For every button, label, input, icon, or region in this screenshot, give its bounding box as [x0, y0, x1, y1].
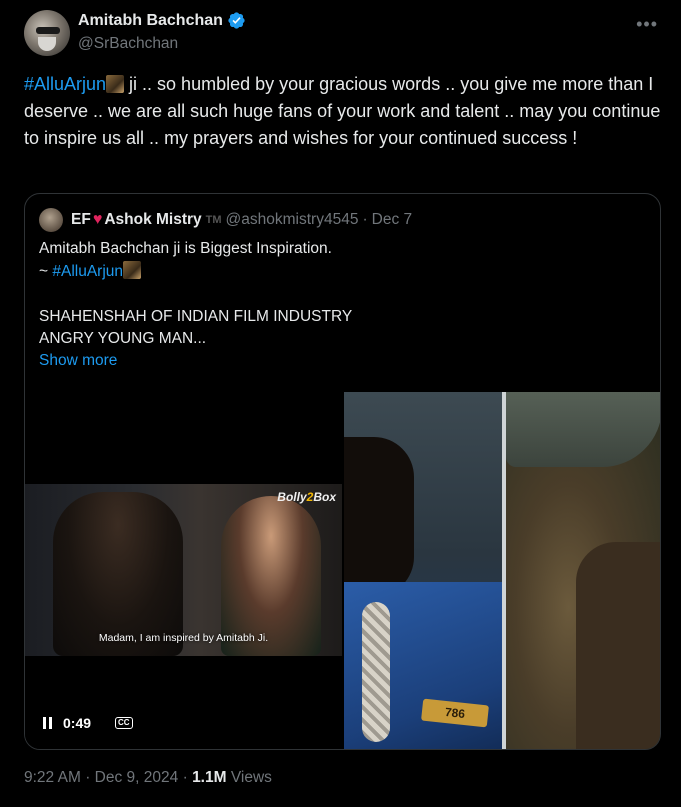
video-player[interactable]: Bolly2Box Madam, I am inspired by Amitab… — [25, 392, 342, 749]
photo-cap — [506, 392, 660, 467]
heart-icon: ♥ — [92, 211, 103, 228]
more-options-icon[interactable]: ••• — [636, 14, 658, 35]
author-name-row: Amitabh Bachchan — [78, 11, 246, 30]
video-time: 0:49 — [63, 715, 92, 731]
meta-separator: · — [85, 769, 91, 786]
video-frame[interactable]: Bolly2Box Madam, I am inspired by Amitab… — [25, 484, 342, 656]
tweet-hashtag[interactable]: #AlluArjun — [24, 74, 106, 94]
quoted-author-handle[interactable]: @ashokmistry4545 — [226, 211, 359, 229]
quoted-separator: · — [362, 211, 368, 228]
photo-left-panel: 786 — [344, 392, 502, 749]
photo-right-panel — [506, 392, 660, 749]
quoted-media: Bolly2Box Madam, I am inspired by Amitab… — [25, 392, 660, 749]
photo-rope — [362, 602, 390, 742]
show-more-link[interactable]: Show more — [39, 352, 117, 370]
quoted-photo[interactable]: 786 — [344, 392, 660, 749]
quoted-tweet[interactable]: EF ♥ Ashok Mistry TM @ashokmistry4545 · … — [24, 193, 661, 750]
meta-separator: · — [182, 769, 188, 786]
avatar-glasses — [36, 27, 60, 34]
quoted-line-4: ANGRY YOUNG MAN... — [39, 330, 207, 347]
allu-arjun-emoji-icon — [106, 75, 125, 93]
tweet-date[interactable]: Dec 9, 2024 — [95, 769, 179, 786]
watermark-part-c: Box — [313, 490, 336, 504]
author-display-name[interactable]: Amitabh Bachchan — [78, 12, 223, 30]
trademark-label: TM — [205, 214, 222, 226]
quoted-author-avatar[interactable] — [39, 208, 63, 232]
photo-hair — [344, 437, 414, 597]
video-subtitle: Madam, I am inspired by Amitabh Ji. — [98, 632, 269, 644]
closed-captions-icon[interactable]: CC — [115, 717, 133, 729]
views-count: 1.1M — [192, 769, 227, 786]
quoted-tweet-header: EF ♥ Ashok Mistry TM @ashokmistry4545 · … — [39, 208, 412, 232]
video-controls: 0:49 CC — [43, 715, 133, 731]
quoted-author-name[interactable]: EF ♥ Ashok Mistry TM — [71, 211, 222, 229]
tweet-meta: 9:22 AM · Dec 9, 2024 · 1.1M Views — [24, 769, 272, 787]
views-label: Views — [230, 769, 272, 786]
watermark-part-a: Bolly — [277, 490, 307, 504]
quoted-line-3: SHAHENSHAH OF INDIAN FILM INDUSTRY — [39, 307, 353, 325]
quoted-tweet-body: Amitabh Bachchan ji is Biggest Inspirati… — [39, 238, 639, 351]
allu-arjun-emoji-icon — [123, 260, 142, 279]
tweet-text: #AlluArjun ji .. so humbled by your grac… — [24, 71, 664, 152]
video-watermark: Bolly2Box — [277, 490, 336, 504]
quoted-date[interactable]: Dec 7 — [372, 211, 413, 229]
pause-icon[interactable] — [43, 717, 55, 729]
author-handle[interactable]: @SrBachchan — [78, 35, 178, 53]
tweet-time[interactable]: 9:22 AM — [24, 769, 81, 786]
avatar-beard — [38, 37, 56, 51]
quoted-line-2-prefix: ~ — [39, 262, 53, 280]
quoted-line-gap — [39, 283, 639, 306]
quoted-name-prefix: EF — [71, 211, 91, 228]
photo-beard — [576, 542, 660, 749]
quoted-line-1: Amitabh Bachchan ji is Biggest Inspirati… — [39, 240, 332, 257]
quoted-line-2: ~ #AlluArjun — [39, 260, 639, 284]
quoted-name-suffix: Ashok Mistry — [104, 211, 202, 228]
tweet-header: Amitabh Bachchan @SrBachchan ••• — [24, 10, 664, 58]
verified-badge-icon — [228, 12, 245, 29]
quoted-hashtag[interactable]: #AlluArjun — [52, 263, 123, 280]
author-avatar[interactable] — [24, 10, 70, 56]
